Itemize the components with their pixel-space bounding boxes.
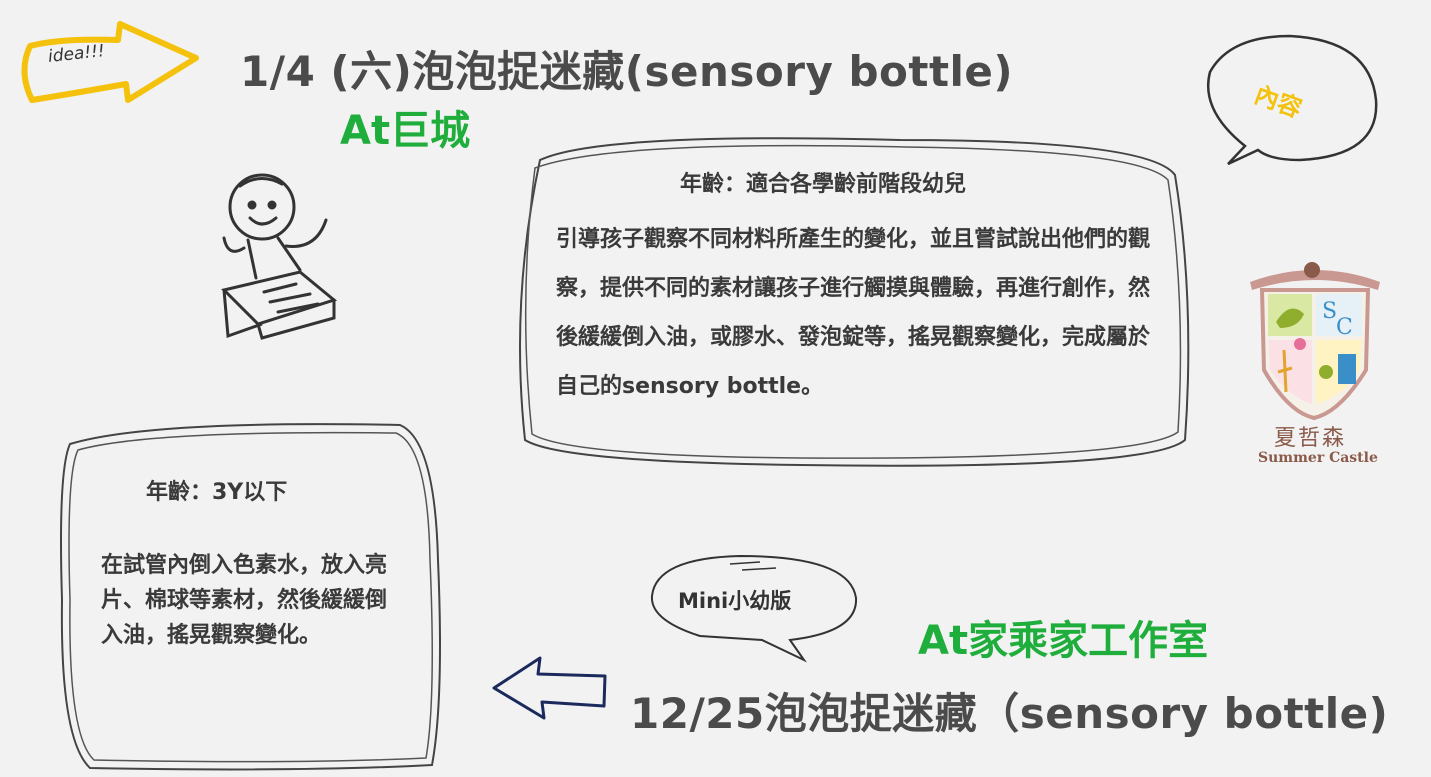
logo-name-chinese: 夏哲森 (1274, 426, 1347, 451)
svg-text:S: S (1322, 299, 1337, 324)
logo-name-english: Summer Castle (1258, 450, 1378, 466)
summer-castle-logo-icon: S C (1250, 262, 1380, 421)
main-card-description: 引導孩子觀察不同材料所產生的變化，並且嘗試說出他們的觀察，提供不同的素材讓孩子進… (556, 227, 1151, 399)
mini-card-age: 年齡：3Y以下 (146, 480, 288, 505)
child-doodle-icon (221, 173, 338, 340)
svg-text:C: C (1336, 315, 1353, 340)
event-title-top: 1/4 (六)泡泡捉迷藏(sensory bottle) (240, 47, 1014, 96)
mini-version-label: Mini小幼版 (678, 589, 792, 613)
event-title-bottom: 12/25泡泡捉迷藏（sensory bottle) (630, 689, 1389, 738)
left-arrow-icon (492, 656, 607, 720)
mini-card-description: 在試管內倒入色素水，放入亮片、棉球等素材，然後緩緩倒入油，搖晃觀察變化。 (101, 553, 388, 648)
event-location-bottom: At家乘家工作室 (918, 618, 1209, 664)
main-card-age: 年齡：適合各學齡前階段幼兒 (680, 172, 967, 197)
event-location-top: At巨城 (340, 108, 471, 154)
